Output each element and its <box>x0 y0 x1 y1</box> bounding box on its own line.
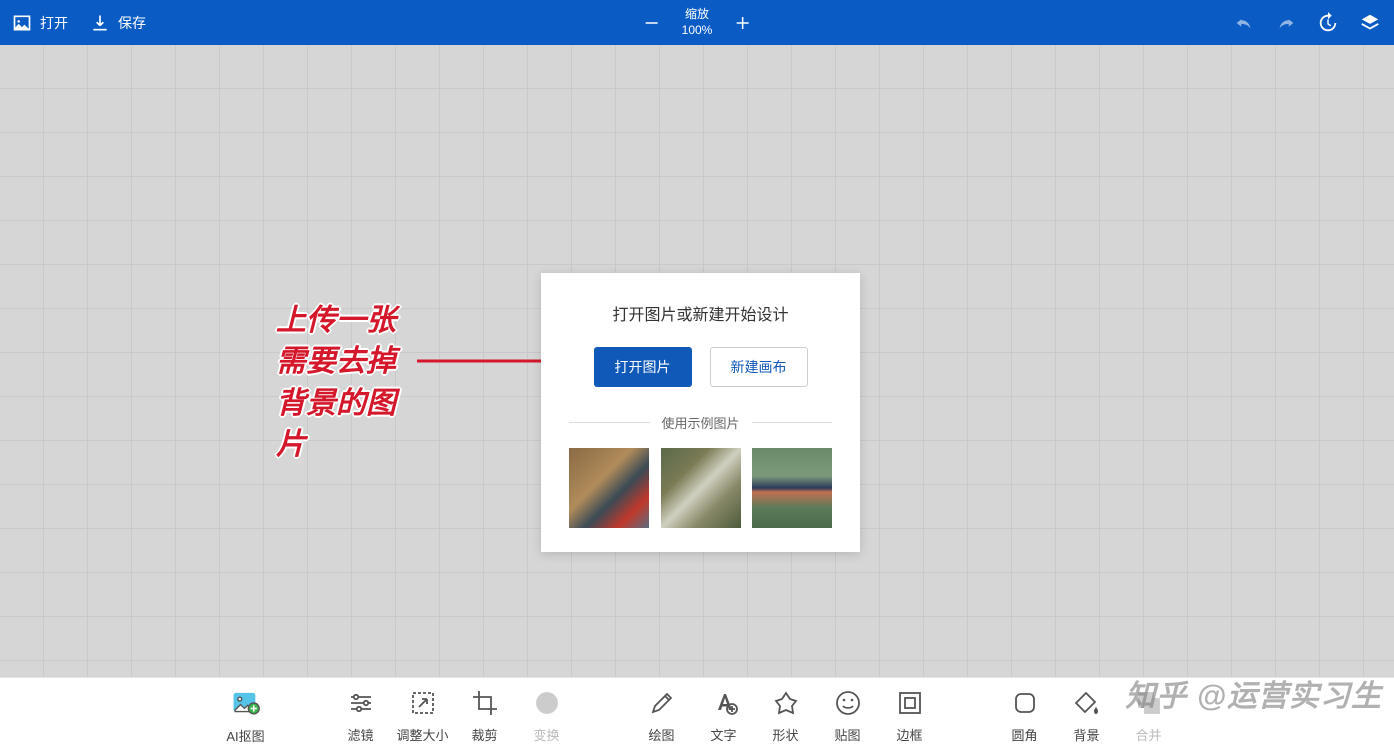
merge-tool: 合并 <box>1118 689 1180 744</box>
shape-tool[interactable]: 形状 <box>755 689 817 744</box>
tool-label: 滤镜 <box>347 725 373 744</box>
tool-label: AI抠图 <box>226 726 264 745</box>
tool-label: 边框 <box>896 725 922 744</box>
sample-thumbnails <box>569 448 832 528</box>
tool-label: 背景 <box>1073 725 1099 744</box>
canvas[interactable]: 上传一张需要去掉背景的图片 打开图片或新建开始设计 打开图片 新建画布 使用示例… <box>0 45 1394 677</box>
image-icon <box>12 13 32 33</box>
top-toolbar: 打开 保存 缩放 100% <box>0 0 1394 45</box>
sample-thumb-3[interactable] <box>752 448 832 528</box>
tool-label: 绘图 <box>648 725 674 744</box>
border-icon <box>896 689 924 717</box>
sample-thumb-2[interactable] <box>661 448 741 528</box>
transform-tool: 变换 <box>516 689 578 744</box>
tool-label: 调整大小 <box>396 725 448 744</box>
zoom-text: 缩放 <box>682 7 713 23</box>
zoom-out-button[interactable] <box>640 11 664 35</box>
zoom-in-button[interactable] <box>730 11 754 35</box>
transform-icon <box>533 689 561 717</box>
save-button[interactable]: 保存 <box>90 13 146 33</box>
pencil-icon <box>648 689 676 717</box>
rounded-tool[interactable]: 圆角 <box>994 689 1056 744</box>
layers-button[interactable] <box>1358 11 1382 35</box>
zoom-value: 100% <box>682 23 713 39</box>
top-left-group: 打开 保存 <box>12 13 146 33</box>
open-label: 打开 <box>40 13 68 33</box>
tool-label: 贴图 <box>834 725 860 744</box>
layers-icon <box>1359 12 1381 34</box>
tool-label: 文字 <box>710 725 736 744</box>
border-tool[interactable]: 边框 <box>879 689 941 744</box>
top-right-group <box>1232 11 1382 35</box>
open-dialog: 打开图片或新建开始设计 打开图片 新建画布 使用示例图片 <box>541 273 860 552</box>
resize-icon <box>409 689 437 717</box>
annotation-text: 上传一张需要去掉背景的图片 <box>276 300 396 466</box>
smiley-icon <box>834 689 862 717</box>
tool-group-left: AI抠图 <box>215 688 277 745</box>
save-label: 保存 <box>118 13 146 33</box>
tool-group-mid1: 滤镜 调整大小 裁剪 变换 <box>330 689 578 744</box>
tool-label: 变换 <box>533 725 559 744</box>
text-icon <box>710 689 738 717</box>
plus-icon <box>733 14 751 32</box>
rounded-icon <box>1011 689 1039 717</box>
redo-icon <box>1275 12 1297 34</box>
sample-divider: 使用示例图片 <box>569 413 832 432</box>
undo-icon <box>1233 12 1255 34</box>
dialog-title: 打开图片或新建开始设计 <box>569 301 832 325</box>
ai-cutout-icon <box>228 688 264 718</box>
download-icon <box>90 13 110 33</box>
tool-label: 形状 <box>772 725 798 744</box>
filter-icon <box>347 689 375 717</box>
sticker-tool[interactable]: 贴图 <box>817 689 879 744</box>
bottom-toolbar: AI抠图 滤镜 调整大小 裁剪 变换 绘图 文字 <box>0 677 1394 755</box>
history-button[interactable] <box>1316 11 1340 35</box>
sample-thumb-1[interactable] <box>569 448 649 528</box>
draw-tool[interactable]: 绘图 <box>631 689 693 744</box>
tool-label: 合并 <box>1135 725 1161 744</box>
resize-tool[interactable]: 调整大小 <box>392 689 454 744</box>
ai-cutout-tool[interactable]: AI抠图 <box>215 688 277 745</box>
sample-label: 使用示例图片 <box>662 413 740 432</box>
tool-label: 圆角 <box>1011 725 1037 744</box>
tool-label: 裁剪 <box>471 725 497 744</box>
dialog-buttons: 打开图片 新建画布 <box>569 347 832 387</box>
tool-group-mid2: 绘图 文字 形状 贴图 边框 <box>631 689 941 744</box>
crop-tool[interactable]: 裁剪 <box>454 689 516 744</box>
new-canvas-button[interactable]: 新建画布 <box>710 347 808 387</box>
shape-icon <box>772 689 800 717</box>
redo-button[interactable] <box>1274 11 1298 35</box>
background-tool[interactable]: 背景 <box>1056 689 1118 744</box>
filter-tool[interactable]: 滤镜 <box>330 689 392 744</box>
zoom-controls: 缩放 100% <box>640 7 755 38</box>
text-tool[interactable]: 文字 <box>693 689 755 744</box>
paintbucket-icon <box>1073 689 1101 717</box>
history-icon <box>1317 12 1339 34</box>
merge-icon <box>1135 689 1163 717</box>
tool-group-right: 圆角 背景 合并 <box>994 689 1180 744</box>
minus-icon <box>643 14 661 32</box>
undo-button[interactable] <box>1232 11 1256 35</box>
crop-icon <box>471 689 499 717</box>
open-button[interactable]: 打开 <box>12 13 68 33</box>
open-image-button[interactable]: 打开图片 <box>594 347 692 387</box>
zoom-label: 缩放 100% <box>682 7 713 38</box>
